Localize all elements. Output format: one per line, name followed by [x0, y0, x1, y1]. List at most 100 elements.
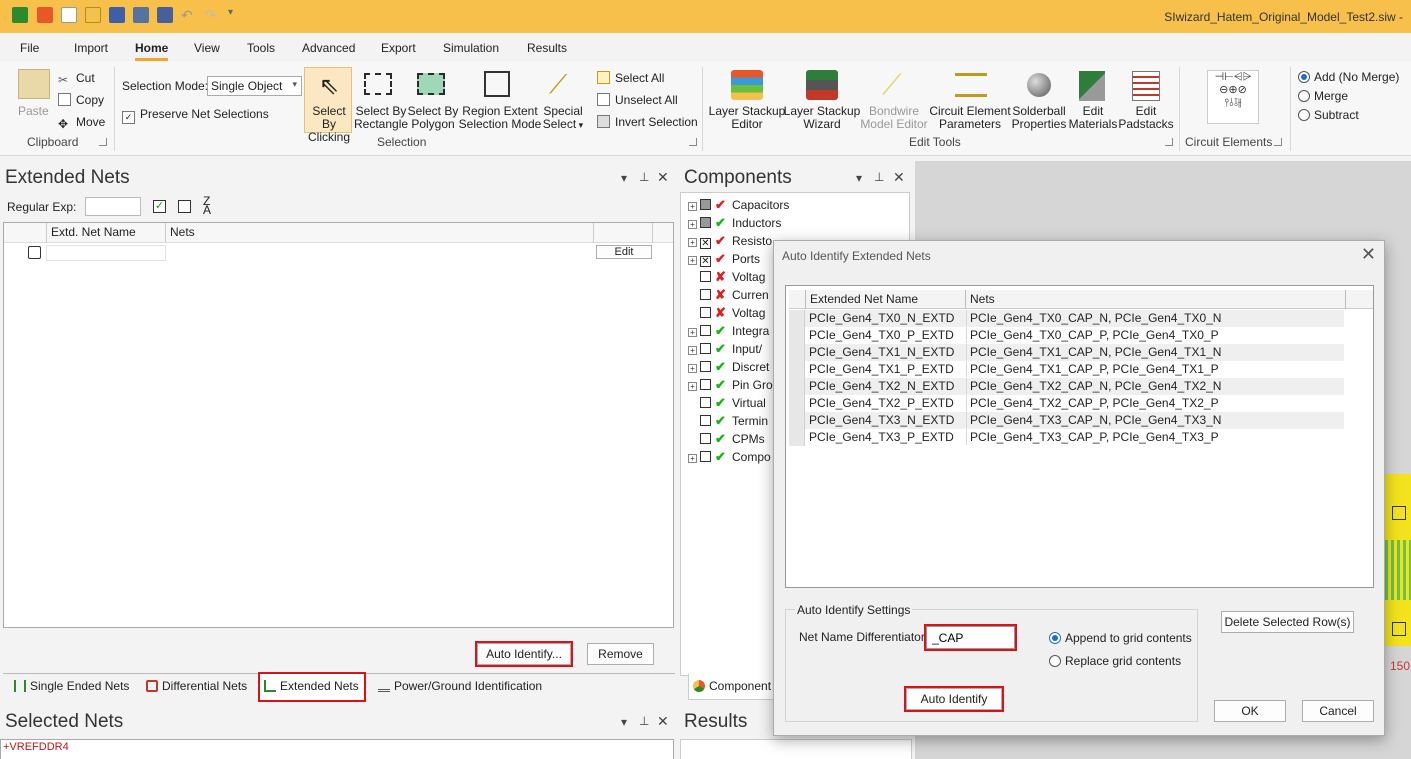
col-extended-net-name[interactable]: Extended Net Name [805, 290, 965, 309]
circuit-elements-gallery-icon[interactable]: ⊣⊢⩤⩥⊖⊕⊘⫯⫰⫱⫲ [1207, 70, 1259, 124]
special-select-button[interactable]: SpecialSelect ▾ [540, 105, 586, 132]
edit-padstacks-button[interactable]: EditPadstacks [1118, 105, 1174, 131]
tree-item-components[interactable]: +✔Compo [688, 449, 771, 467]
table-row[interactable]: PCIe_Gen4_TX1_N_EXTDPCIe_Gen4_TX1_CAP_N,… [789, 344, 1344, 361]
tools-icon[interactable] [37, 7, 53, 23]
tree-item-inductors[interactable]: +✔Inductors [688, 215, 781, 233]
row-selector[interactable] [789, 361, 805, 378]
undo-icon[interactable]: ↶ [181, 7, 197, 23]
select-by-clicking-button[interactable]: ⇖ Select ByClicking [304, 67, 352, 133]
tree-checkbox[interactable] [700, 343, 711, 354]
tree-checkbox[interactable] [700, 325, 711, 336]
edit-materials-button[interactable]: EditMaterials [1066, 105, 1120, 131]
circuit-element-parameters-button[interactable]: Circuit ElementParameters [928, 105, 1012, 131]
tab-advanced[interactable]: Advanced [302, 41, 355, 55]
tree-checkbox[interactable] [700, 289, 711, 300]
solderball-properties-button[interactable]: SolderballProperties [1009, 105, 1069, 131]
tab-single-ended-nets[interactable]: Single Ended Nets [10, 674, 129, 700]
expand-icon[interactable]: + [688, 382, 697, 391]
save-icon[interactable] [109, 7, 125, 23]
tree-item-current-sources[interactable]: +✘Curren [688, 287, 769, 305]
remove-button[interactable]: Remove [587, 643, 654, 665]
row-selector[interactable] [789, 395, 805, 412]
table-row[interactable]: PCIe_Gen4_TX3_P_EXTDPCIe_Gen4_TX3_CAP_P,… [789, 429, 1344, 446]
list-item[interactable]: +VREFDDR4 [3, 741, 69, 753]
table-row[interactable]: PCIe_Gen4_TX2_N_EXTDPCIe_Gen4_TX2_CAP_N,… [789, 378, 1344, 395]
expand-icon[interactable]: + [688, 238, 697, 247]
tab-file[interactable]: File [20, 41, 39, 55]
tree-item-voltage-sources[interactable]: +✘Voltag [688, 269, 765, 287]
unselect-all-button[interactable]: Unselect All [597, 93, 678, 107]
expand-icon[interactable]: + [688, 220, 697, 229]
tab-home[interactable]: Home [135, 41, 168, 55]
region-extent-button[interactable]: Region ExtentSelection Mode [458, 105, 542, 131]
preserve-net-selections-checkbox[interactable]: ✓Preserve Net Selections [122, 107, 269, 124]
panel-menu-icon[interactable]: ▾ [621, 715, 627, 729]
pin-icon[interactable]: ⊥ [874, 170, 884, 184]
tree-item-pin-groups[interactable]: +✔Pin Gro [688, 377, 773, 395]
check-all-icon[interactable]: ✓ [153, 200, 166, 213]
dialog-auto-identify-button[interactable]: Auto Identify [906, 688, 1002, 710]
table-row[interactable]: PCIe_Gen4_TX2_P_EXTDPCIe_Gen4_TX2_CAP_P,… [789, 395, 1344, 412]
tree-item-discrete[interactable]: +✔Discret [688, 359, 769, 377]
layer-stackup-wizard-button[interactable]: Layer StackupWizard [783, 105, 861, 131]
tab-simulation[interactable]: Simulation [443, 41, 499, 55]
replace-radio[interactable]: Replace grid contents [1049, 654, 1181, 668]
tree-item-ports[interactable]: +✕✔Ports [688, 251, 760, 269]
col-nets[interactable]: Nets [165, 223, 195, 243]
expand-icon[interactable]: + [688, 328, 697, 337]
close-icon[interactable]: ✕ [657, 169, 669, 186]
close-icon[interactable]: ✕ [1361, 244, 1376, 265]
row-selector[interactable] [789, 344, 805, 361]
panel-menu-icon[interactable]: ▾ [856, 171, 862, 185]
tree-item-terminals[interactable]: +✔Termin [688, 413, 768, 431]
tree-checkbox[interactable]: ✕ [700, 238, 711, 249]
open-folder-icon[interactable] [85, 7, 101, 23]
expand-icon[interactable]: + [688, 364, 697, 373]
quick-access-dropdown-icon[interactable]: ▾ [228, 7, 244, 23]
tree-checkbox[interactable] [700, 217, 711, 228]
selection-mode-select[interactable]: Single Object ▾ [207, 76, 302, 96]
row-selector[interactable] [789, 310, 805, 327]
tree-checkbox[interactable] [700, 433, 711, 444]
tab-power-ground[interactable]: Power/Ground Identification [374, 674, 542, 700]
tab-components[interactable]: Component [688, 674, 778, 700]
tree-item-cpms[interactable]: +✔CPMs [688, 431, 765, 449]
panel-menu-icon[interactable]: ▾ [621, 171, 627, 185]
tree-item-virtual[interactable]: +✔Virtual [688, 395, 766, 413]
select-by-rectangle-button[interactable]: Select ByRectangle [354, 105, 408, 131]
subtract-radio[interactable]: Subtract [1298, 108, 1359, 122]
cancel-button[interactable]: Cancel [1302, 700, 1374, 722]
paste-button[interactable]: Paste [18, 105, 49, 118]
row-selector[interactable] [789, 378, 805, 395]
selection-launcher-icon[interactable] [689, 138, 697, 146]
row-selector[interactable] [789, 429, 805, 446]
redo-icon[interactable]: ↷ [205, 7, 221, 23]
circuit-elements-launcher-icon[interactable] [1274, 138, 1282, 146]
row-checkbox[interactable] [28, 246, 41, 259]
tree-item-resistors[interactable]: +✕✔Resisto [688, 233, 772, 251]
invert-selection-button[interactable]: Invert Selection [597, 115, 698, 129]
edit-tools-launcher-icon[interactable] [1165, 138, 1173, 146]
expand-icon[interactable]: + [688, 202, 697, 211]
cut-button[interactable]: ✂Cut [58, 71, 95, 86]
row-selector[interactable] [789, 412, 805, 429]
select-by-polygon-button[interactable]: Select ByPolygon [406, 105, 460, 131]
merge-radio[interactable]: Merge [1298, 89, 1348, 103]
tree-checkbox[interactable]: ✕ [700, 256, 711, 267]
tree-checkbox[interactable] [700, 379, 711, 390]
new-row-name-cell[interactable] [46, 245, 166, 261]
auto-identify-button[interactable]: Auto Identify... [477, 643, 571, 665]
tab-results[interactable]: Results [527, 41, 567, 55]
new-file-icon[interactable] [61, 7, 77, 23]
bondwire-model-editor-button[interactable]: BondwireModel Editor [857, 105, 931, 131]
move-button[interactable]: ✥Move [58, 115, 105, 130]
tab-tools[interactable]: Tools [247, 41, 275, 55]
sort-az-icon[interactable]: ZA [203, 197, 211, 215]
clipboard-launcher-icon[interactable] [99, 138, 107, 146]
layer-stackup-editor-button[interactable]: Layer StackupEditor [708, 105, 786, 131]
tree-checkbox[interactable] [700, 451, 711, 462]
tree-item-input-output[interactable]: +✔Input/ [688, 341, 762, 359]
edit-button[interactable]: Edit [596, 245, 652, 259]
pin-icon[interactable]: ⊥ [639, 714, 649, 728]
